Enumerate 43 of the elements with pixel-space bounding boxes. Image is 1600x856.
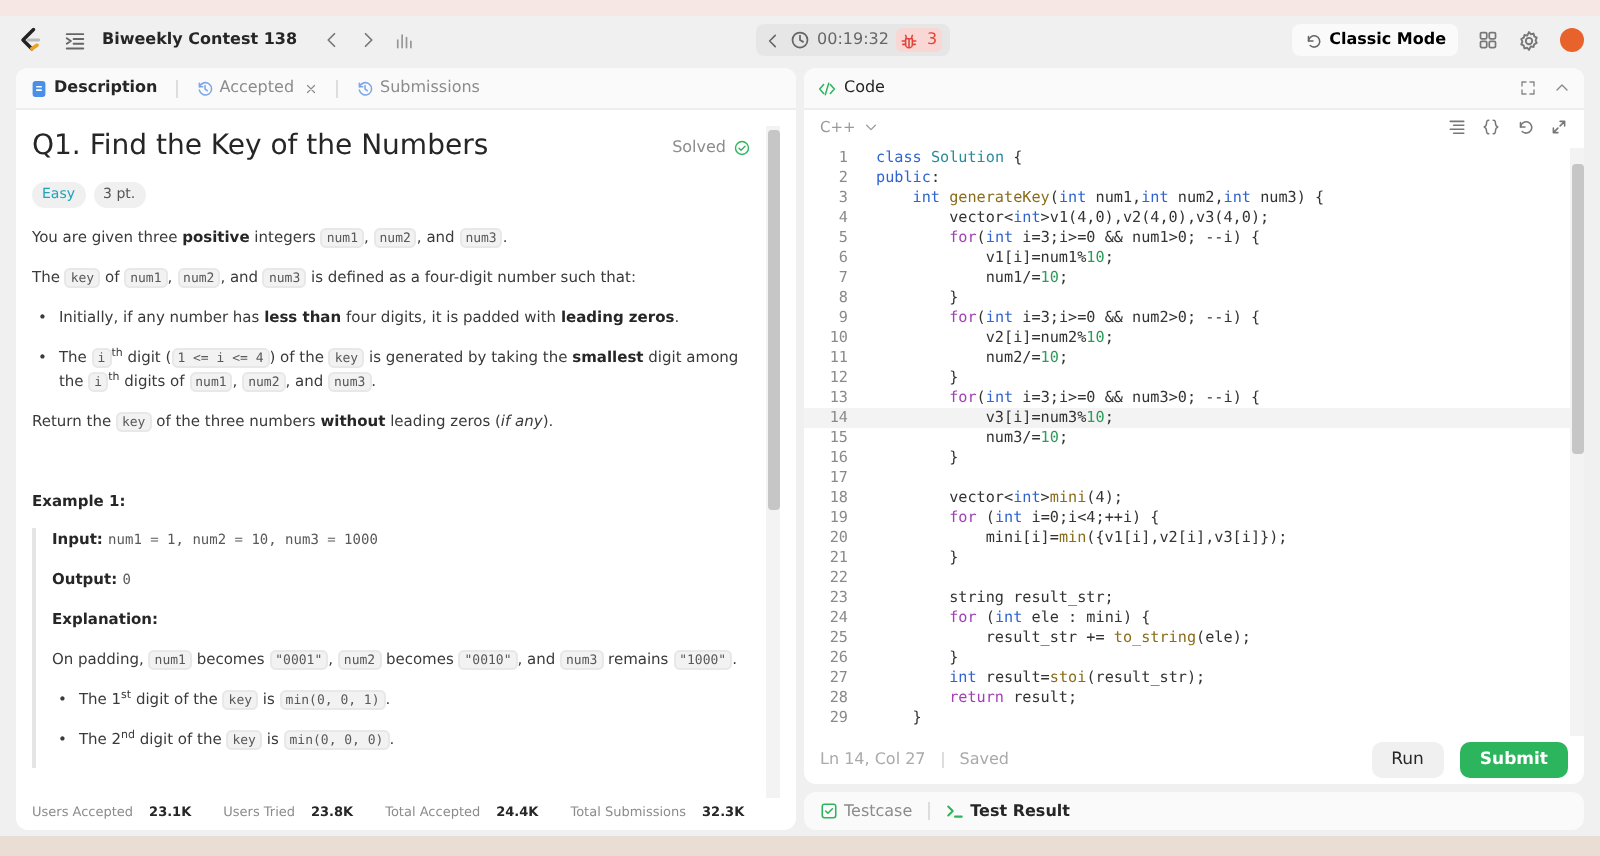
check-circle-icon bbox=[734, 139, 750, 155]
problem-list-icon[interactable] bbox=[64, 29, 86, 51]
history-icon bbox=[356, 79, 375, 97]
submit-button[interactable]: Submit bbox=[1459, 741, 1568, 779]
save-status: Saved bbox=[959, 748, 1009, 772]
close-icon[interactable] bbox=[304, 81, 319, 95]
classic-mode-button[interactable]: Classic Mode bbox=[1291, 24, 1459, 56]
caret-icon bbox=[863, 120, 878, 134]
avatar[interactable] bbox=[1560, 28, 1585, 52]
panel-tab[interactable]: Test Result bbox=[946, 799, 1070, 823]
scrollbar[interactable] bbox=[1570, 148, 1584, 736]
layout-icon[interactable] bbox=[1478, 30, 1499, 50]
panel-tab[interactable]: Description bbox=[30, 76, 158, 100]
terminal-icon bbox=[946, 802, 965, 820]
collapse-icon[interactable] bbox=[763, 31, 782, 49]
format-icon[interactable] bbox=[1448, 118, 1466, 136]
clock-icon bbox=[789, 30, 810, 50]
checkbox-icon bbox=[820, 802, 838, 820]
bug-counter[interactable]: 3 bbox=[896, 28, 942, 52]
undo-icon bbox=[1303, 31, 1322, 49]
document-icon bbox=[30, 79, 48, 97]
panel-tab[interactable]: Testcase bbox=[820, 799, 913, 823]
collapse-icon[interactable] bbox=[1554, 80, 1570, 96]
code-icon bbox=[818, 79, 836, 97]
solved-status: Solved bbox=[672, 135, 726, 159]
problem-title: Q1. Find the Key of the Numbers bbox=[32, 128, 489, 166]
bug-icon bbox=[900, 31, 919, 49]
reset-icon[interactable] bbox=[1516, 118, 1534, 136]
fullscreen-icon[interactable] bbox=[1520, 80, 1536, 96]
braces-icon[interactable] bbox=[1482, 118, 1500, 136]
contest-title[interactable]: Biweekly Contest 138 bbox=[102, 28, 298, 52]
run-button[interactable]: Run bbox=[1371, 741, 1444, 779]
panel-tab[interactable]: Accepted bbox=[195, 76, 295, 100]
settings-icon[interactable] bbox=[1518, 29, 1541, 51]
panel-tab[interactable]: Submissions bbox=[356, 76, 480, 100]
cursor-position: Ln 14, Col 27 bbox=[820, 748, 926, 772]
expand-icon[interactable] bbox=[1550, 118, 1568, 136]
panel-title: Code bbox=[844, 76, 885, 100]
bar-chart-icon[interactable] bbox=[393, 30, 414, 50]
logo-icon[interactable] bbox=[16, 26, 44, 54]
history-icon bbox=[195, 79, 214, 97]
scrollbar[interactable] bbox=[766, 126, 780, 798]
timer: 00:19:32 bbox=[817, 28, 889, 52]
